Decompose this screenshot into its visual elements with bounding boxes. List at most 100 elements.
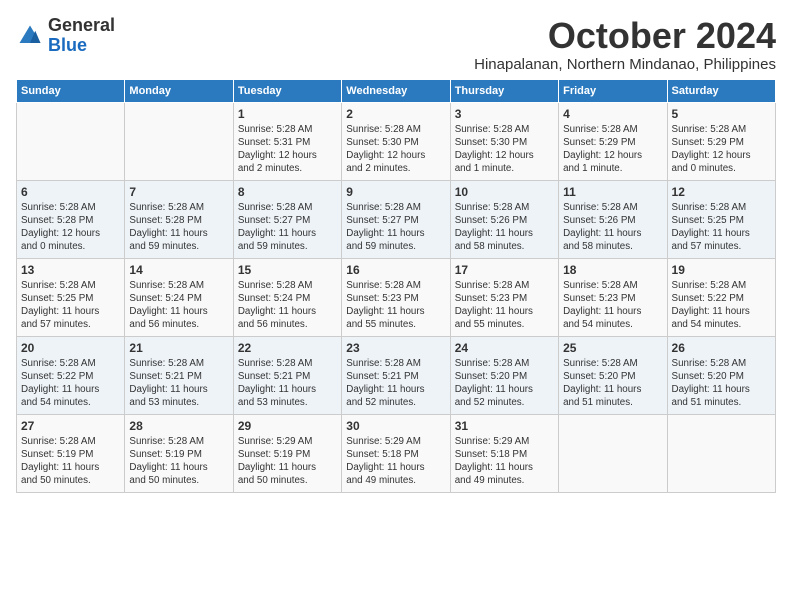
day-info: Sunrise: 5:28 AM Sunset: 5:30 PM Dayligh… [455,123,554,176]
calendar-cell: 20 Sunrise: 5:28 AM Sunset: 5:22 PM Dayli… [17,336,125,414]
calendar-cell [667,414,775,492]
calendar-cell: 31 Sunrise: 5:29 AM Sunset: 5:18 PM Dayli… [450,414,558,492]
day-number: 31 [455,419,554,433]
day-number: 22 [238,341,337,355]
day-info: Sunrise: 5:28 AM Sunset: 5:24 PM Dayligh… [129,279,228,332]
calendar-cell: 19 Sunrise: 5:28 AM Sunset: 5:22 PM Dayli… [667,258,775,336]
header-sunday: Sunday [17,79,125,102]
calendar-header-row: SundayMondayTuesdayWednesdayThursdayFrid… [17,79,776,102]
day-number: 14 [129,263,228,277]
header-wednesday: Wednesday [342,79,450,102]
day-info: Sunrise: 5:28 AM Sunset: 5:27 PM Dayligh… [346,201,445,254]
day-info: Sunrise: 5:28 AM Sunset: 5:23 PM Dayligh… [346,279,445,332]
calendar-cell [559,414,667,492]
calendar-cell: 25Sunrise: 5:28 AM Sunset: 5:20 PM Dayli… [559,336,667,414]
calendar-week-row: 13 Sunrise: 5:28 AM Sunset: 5:25 PM Dayli… [17,258,776,336]
day-number: 21 [129,341,228,355]
calendar-cell: 2 Sunrise: 5:28 AM Sunset: 5:30 PM Daylig… [342,102,450,180]
day-info: Sunrise: 5:28 AM Sunset: 5:26 PM Dayligh… [455,201,554,254]
day-info: Sunrise: 5:28 AM Sunset: 5:22 PM Dayligh… [21,357,120,410]
day-number: 8 [238,185,337,199]
calendar-cell: 9 Sunrise: 5:28 AM Sunset: 5:27 PM Daylig… [342,180,450,258]
day-info: Sunrise: 5:28 AM Sunset: 5:20 PM Dayligh… [455,357,554,410]
day-info: Sunrise: 5:28 AM Sunset: 5:30 PM Dayligh… [346,123,445,176]
calendar-cell: 6 Sunrise: 5:28 AM Sunset: 5:28 PM Daylig… [17,180,125,258]
calendar-cell: 27 Sunrise: 5:28 AM Sunset: 5:19 PM Dayli… [17,414,125,492]
day-number: 13 [21,263,120,277]
day-number: 19 [672,263,771,277]
calendar-cell [17,102,125,180]
calendar-cell: 11 Sunrise: 5:28 AM Sunset: 5:26 PM Dayli… [559,180,667,258]
day-number: 9 [346,185,445,199]
calendar-cell: 13 Sunrise: 5:28 AM Sunset: 5:25 PM Dayli… [17,258,125,336]
day-info: Sunrise: 5:28 AM Sunset: 5:24 PM Dayligh… [238,279,337,332]
header-friday: Friday [559,79,667,102]
day-number: 5 [672,107,771,121]
day-number: 26 [672,341,771,355]
title-block: October 2024 Hinapalanan, Northern Minda… [474,16,776,73]
calendar-cell: 21 Sunrise: 5:28 AM Sunset: 5:21 PM Dayli… [125,336,233,414]
day-info: Sunrise: 5:28 AM Sunset: 5:23 PM Dayligh… [455,279,554,332]
day-info: Sunrise: 5:28 AM Sunset: 5:21 PM Dayligh… [238,357,337,410]
day-number: 27 [21,419,120,433]
day-number: 18 [563,263,662,277]
day-number: 2 [346,107,445,121]
calendar-cell: 18 Sunrise: 5:28 AM Sunset: 5:23 PM Dayli… [559,258,667,336]
day-number: 28 [129,419,228,433]
day-number: 30 [346,419,445,433]
day-info: Sunrise: 5:28 AM Sunset: 5:19 PM Dayligh… [21,435,120,488]
day-info: Sunrise: 5:28 AM Sunset: 5:26 PM Dayligh… [563,201,662,254]
calendar-cell: 24 Sunrise: 5:28 AM Sunset: 5:20 PM Dayli… [450,336,558,414]
day-number: 24 [455,341,554,355]
day-number: 23 [346,341,445,355]
header-tuesday: Tuesday [233,79,341,102]
calendar-cell: 30 Sunrise: 5:29 AM Sunset: 5:18 PM Dayli… [342,414,450,492]
day-info: Sunrise: 5:28 AM Sunset: 5:19 PM Dayligh… [129,435,228,488]
day-info: Sunrise: 5:28 AM Sunset: 5:23 PM Dayligh… [563,279,662,332]
day-info: Sunrise: 5:28 AM Sunset: 5:22 PM Dayligh… [672,279,771,332]
calendar-week-row: 27 Sunrise: 5:28 AM Sunset: 5:19 PM Dayli… [17,414,776,492]
header-thursday: Thursday [450,79,558,102]
day-info: Sunrise: 5:29 AM Sunset: 5:18 PM Dayligh… [346,435,445,488]
day-number: 6 [21,185,120,199]
day-info: Sunrise: 5:28 AM Sunset: 5:28 PM Dayligh… [21,201,120,254]
day-info: Sunrise: 5:28 AM Sunset: 5:21 PM Dayligh… [346,357,445,410]
day-number: 17 [455,263,554,277]
calendar-cell: 5 Sunrise: 5:28 AM Sunset: 5:29 PM Daylig… [667,102,775,180]
calendar-cell: 29Sunrise: 5:29 AM Sunset: 5:19 PM Dayli… [233,414,341,492]
day-info: Sunrise: 5:28 AM Sunset: 5:27 PM Dayligh… [238,201,337,254]
page-header: General Blue October 2024 Hinapalanan, N… [16,16,776,73]
day-number: 11 [563,185,662,199]
calendar-cell: 14 Sunrise: 5:28 AM Sunset: 5:24 PM Dayli… [125,258,233,336]
logo-icon [16,22,44,50]
day-number: 25 [563,341,662,355]
day-number: 7 [129,185,228,199]
day-number: 15 [238,263,337,277]
day-number: 20 [21,341,120,355]
day-info: Sunrise: 5:28 AM Sunset: 5:29 PM Dayligh… [563,123,662,176]
day-number: 29 [238,419,337,433]
calendar-cell: 22 Sunrise: 5:28 AM Sunset: 5:21 PM Dayli… [233,336,341,414]
header-monday: Monday [125,79,233,102]
day-info: Sunrise: 5:28 AM Sunset: 5:25 PM Dayligh… [21,279,120,332]
day-number: 10 [455,185,554,199]
day-info: Sunrise: 5:29 AM Sunset: 5:18 PM Dayligh… [455,435,554,488]
calendar-cell: 15 Sunrise: 5:28 AM Sunset: 5:24 PM Dayli… [233,258,341,336]
calendar-cell: 8 Sunrise: 5:28 AM Sunset: 5:27 PM Daylig… [233,180,341,258]
day-number: 3 [455,107,554,121]
day-number: 16 [346,263,445,277]
calendar-week-row: 20 Sunrise: 5:28 AM Sunset: 5:22 PM Dayli… [17,336,776,414]
day-info: Sunrise: 5:28 AM Sunset: 5:28 PM Dayligh… [129,201,228,254]
day-info: Sunrise: 5:28 AM Sunset: 5:21 PM Dayligh… [129,357,228,410]
day-number: 4 [563,107,662,121]
calendar-week-row: 6 Sunrise: 5:28 AM Sunset: 5:28 PM Daylig… [17,180,776,258]
calendar-table: SundayMondayTuesdayWednesdayThursdayFrid… [16,79,776,493]
day-info: Sunrise: 5:28 AM Sunset: 5:29 PM Dayligh… [672,123,771,176]
month-year: October 2024 [474,16,776,56]
calendar-cell: 3 Sunrise: 5:28 AM Sunset: 5:30 PM Daylig… [450,102,558,180]
calendar-cell: 12Sunrise: 5:28 AM Sunset: 5:25 PM Dayli… [667,180,775,258]
calendar-cell: 28 Sunrise: 5:28 AM Sunset: 5:19 PM Dayli… [125,414,233,492]
day-number: 12 [672,185,771,199]
calendar-cell: 1Sunrise: 5:28 AM Sunset: 5:31 PM Daylig… [233,102,341,180]
logo: General Blue [16,16,115,56]
